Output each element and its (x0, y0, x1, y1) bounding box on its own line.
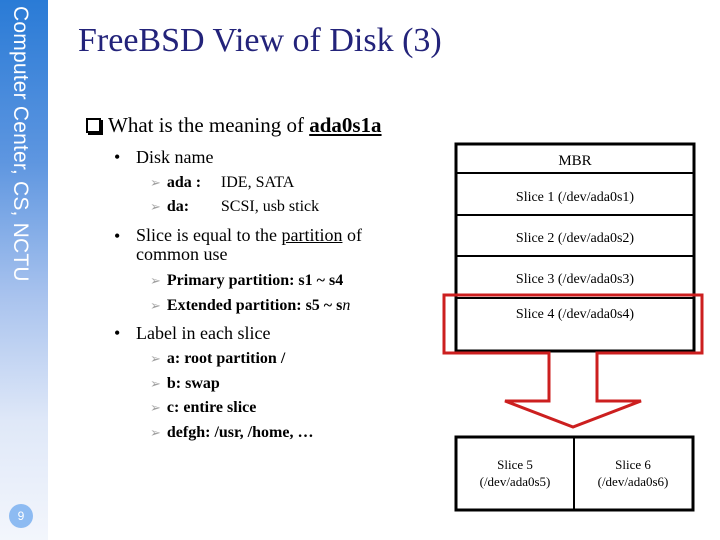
extended-slices-table: Slice 5 (/dev/ada0s5) Slice 6 (/dev/ada0… (454, 435, 695, 512)
bullet-label-underlined: partition (281, 225, 343, 245)
sub-item: ➢ a: root partition / (150, 350, 285, 368)
bullet-label: Disk name (136, 147, 214, 167)
sub-item: ➢ b: swap (150, 375, 220, 393)
sub-item-text: a: root partition / (166, 350, 286, 367)
sub-item-key: ada : (166, 174, 202, 191)
sub-item-key: da: (166, 198, 190, 215)
bullet-label: Label in each slice (136, 323, 271, 343)
disk-layout-diagram: MBR Slice 1 (/dev/ada0s1) Slice 2 (/dev/… (442, 142, 704, 512)
slice-cell: Slice 4 (/dev/ada0s4) (516, 307, 635, 322)
bullet-dot-icon: • (114, 226, 121, 246)
sub-item-value: IDE, SATA (220, 174, 295, 191)
square-bullet-icon (86, 118, 101, 133)
arrow-bullet-icon: ➢ (150, 376, 161, 391)
arrow-bullet-icon: ➢ (150, 351, 161, 366)
sub-item-text: b: swap (166, 375, 220, 392)
slice-cell: Slice 3 (/dev/ada0s3) (516, 272, 635, 287)
sub-item-text: defgh: /usr, /home, … (166, 424, 314, 441)
bullet-label: Slice is equal to the partition of commo… (136, 226, 362, 264)
slice-cell: Slice 2 (/dev/ada0s2) (516, 231, 635, 246)
arrow-bullet-icon: ➢ (150, 425, 161, 440)
slice6-device: (/dev/ada0s6) (598, 474, 669, 489)
bullet-dot-icon: • (114, 323, 121, 343)
arrow-bullet-icon: ➢ (150, 175, 161, 190)
bullet-label-slice: • Label in each slice (114, 323, 270, 344)
slide-title: FreeBSD View of Disk (3) (78, 22, 442, 59)
sub-item: ➢ da: SCSI, usb stick (150, 198, 319, 216)
slice5-name: Slice 5 (497, 457, 533, 472)
arrow-bullet-icon: ➢ (150, 400, 161, 415)
sub-item-italic: n (342, 297, 351, 314)
extended-table-border (454, 435, 695, 512)
bullet-dot-icon: • (114, 147, 121, 167)
org-label: Computer Center, CS, NCTU (9, 6, 32, 282)
sub-item-text: Extended partition: s5 ~ s (166, 297, 343, 314)
slice-cell: Slice 1 (/dev/ada0s1) (516, 190, 635, 205)
bullet-label-text: common use (136, 244, 228, 264)
arrow-bullet-icon: ➢ (150, 298, 161, 313)
sub-item: ➢ c: entire slice (150, 399, 256, 417)
arrow-bullet-icon: ➢ (150, 199, 161, 214)
sub-item: ➢ defgh: /usr, /home, … (150, 424, 313, 442)
sub-item-text: c: entire slice (166, 399, 257, 416)
bullet-label-text: of (342, 225, 362, 245)
mbr-cell: MBR (558, 153, 591, 169)
bullet-disk-name: • Disk name (114, 147, 213, 168)
sub-item: ➢ Primary partition: s1 ~ s4 (150, 272, 343, 290)
sub-item: ➢ Extended partition: s5 ~ sn (150, 297, 350, 315)
sub-item-value: SCSI, usb stick (220, 198, 320, 215)
arrow-bullet-icon: ➢ (150, 273, 161, 288)
question-text: What is the meaning of (108, 113, 310, 137)
page-number-badge: 9 (9, 504, 33, 528)
slice5-device: (/dev/ada0s5) (480, 474, 551, 489)
sub-item-text: Primary partition: s1 ~ s4 (166, 272, 344, 289)
sidebar-band: Computer Center, CS, NCTU (0, 0, 48, 540)
mbr-table-border (454, 142, 696, 353)
extended-arrow-outline (442, 293, 704, 429)
slice6-name: Slice 6 (615, 457, 651, 472)
bullet-label-text: Slice is equal to the (136, 225, 282, 245)
sub-item: ➢ ada : IDE, SATA (150, 174, 294, 192)
mbr-table: MBR Slice 1 (/dev/ada0s1) Slice 2 (/dev/… (454, 142, 696, 353)
question-term: ada0s1a (309, 113, 382, 137)
main-question: What is the meaning of ada0s1a (86, 113, 382, 138)
bullet-slice: • Slice is equal to the partition of com… (114, 226, 362, 264)
